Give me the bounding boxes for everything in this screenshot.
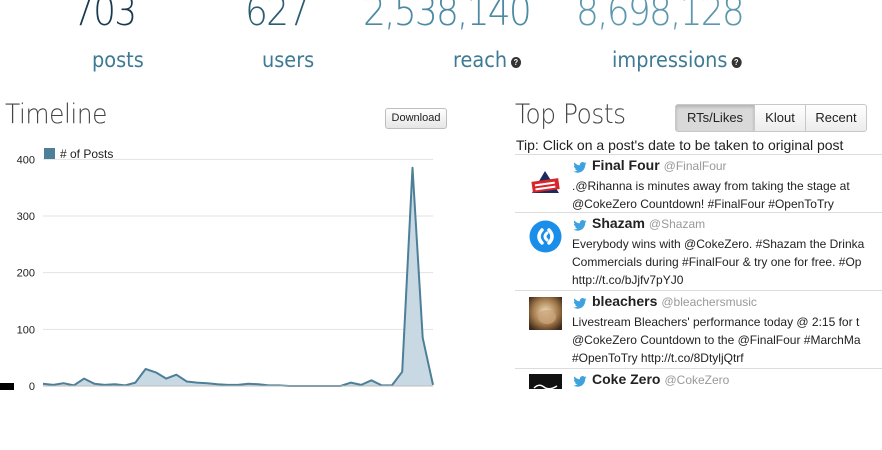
sort-button-group: RTs/Likes Klout Recent (675, 104, 867, 132)
top-posts-list: Final Four @FinalFour .@Rihanna is minute… (515, 154, 882, 389)
post-text-line: #OpenToTry http://t.co/8DtyljQtrf (572, 351, 744, 365)
reach-help-icon[interactable]: ? (510, 57, 521, 68)
download-button[interactable]: Download (385, 108, 447, 129)
post-author[interactable]: Coke Zero @CokeZero (592, 371, 729, 387)
post-item: Coke Zero @CokeZero (515, 368, 882, 389)
post-author[interactable]: Shazam @Shazam (592, 215, 705, 231)
y-tick-label: 0 (29, 381, 35, 390)
twitter-bird-icon (573, 376, 587, 387)
series-line (42, 166, 434, 387)
post-author-name[interactable]: Coke Zero (592, 371, 660, 387)
post-text: Everybody wins with @CokeZero. #Shazam t… (572, 235, 882, 289)
twitter-bird-icon (573, 298, 587, 309)
post-text: Livestream Bleachers' performance today … (572, 313, 882, 367)
stat-users-value: 627 (245, 0, 310, 35)
twitter-bird-icon (573, 220, 587, 231)
stat-impressions-value: 8,698,128 (576, 0, 745, 35)
twitter-bird-icon (573, 162, 587, 173)
y-tick-label: 100 (17, 324, 35, 336)
timeline-chart: 0 100 200 300 400 # of Posts (17, 147, 434, 390)
post-author[interactable]: Final Four @FinalFour (592, 157, 727, 173)
stat-impressions-label-wrap: impressions? (612, 46, 742, 74)
post-author-handle[interactable]: @Shazam (649, 217, 705, 231)
tab-recent[interactable]: Recent (805, 104, 867, 132)
post-author-name[interactable]: Final Four (592, 157, 660, 173)
final-four-logo-icon (529, 167, 562, 200)
post-author-name[interactable]: bleachers (592, 293, 657, 309)
coca-cola-logo-icon (529, 374, 562, 389)
stat-posts-value: 703 (72, 0, 137, 35)
post-text-line: Commercials during #FinalFour & try one … (572, 255, 862, 269)
y-tick-label: 300 (17, 211, 35, 223)
post-text-line: Livestream Bleachers' performance today … (572, 315, 860, 329)
post-author-handle[interactable]: @CokeZero (664, 373, 729, 387)
post-author-name[interactable]: Shazam (592, 215, 645, 231)
stat-reach-value: 2,538,140 (363, 0, 532, 35)
stat-posts-label: posts (92, 48, 144, 72)
y-tick-label: 200 (17, 268, 35, 280)
post-text: .@Rihanna is minutes away from taking th… (572, 177, 882, 213)
bleachers-photo-icon (529, 297, 562, 330)
shazam-logo-icon (529, 220, 562, 253)
timeline-title: Timeline (5, 99, 107, 130)
post-author-handle[interactable]: @FinalFour (664, 159, 727, 173)
stat-users-label: users (262, 48, 315, 72)
post-author[interactable]: bleachers @bleachersmusic (592, 293, 757, 309)
post-item: Final Four @FinalFour .@Rihanna is minute… (515, 154, 882, 212)
post-text-line: http://t.co/bJjfv7pYJ0 (572, 273, 684, 287)
stat-reach-label-wrap: reach? (453, 46, 521, 74)
post-item: Shazam @Shazam Everybody wins with @CokeZ… (515, 212, 882, 290)
post-author-handle[interactable]: @bleachersmusic (661, 295, 757, 309)
series-area (43, 167, 433, 386)
tip-text: Tip: Click on a post's date to be taken … (516, 137, 844, 153)
stat-impressions-label: impressions (612, 48, 728, 72)
post-text-line: Everybody wins with @CokeZero. #Shazam t… (572, 237, 865, 251)
impressions-help-icon[interactable]: ? (731, 57, 742, 68)
tab-rts-likes[interactable]: RTs/Likes (675, 104, 755, 132)
post-text-line: .@Rihanna is minutes away from taking th… (572, 179, 850, 193)
stat-reach-label: reach (453, 48, 508, 72)
post-text-line: @CokeZero Countdown to the @FinalFour #M… (572, 333, 861, 347)
scrollbar-fragment (0, 383, 14, 390)
top-posts-title: Top Posts (515, 99, 626, 130)
legend-swatch (44, 148, 55, 159)
tab-klout[interactable]: Klout (754, 104, 806, 132)
y-tick-label: 400 (17, 154, 35, 166)
legend-label: # of Posts (60, 147, 113, 161)
post-item: bleachers @bleachersmusic Livestream Blea… (515, 290, 882, 368)
post-text-line: @CokeZero Countdown! #FinalFour #OpenToT… (572, 197, 834, 211)
